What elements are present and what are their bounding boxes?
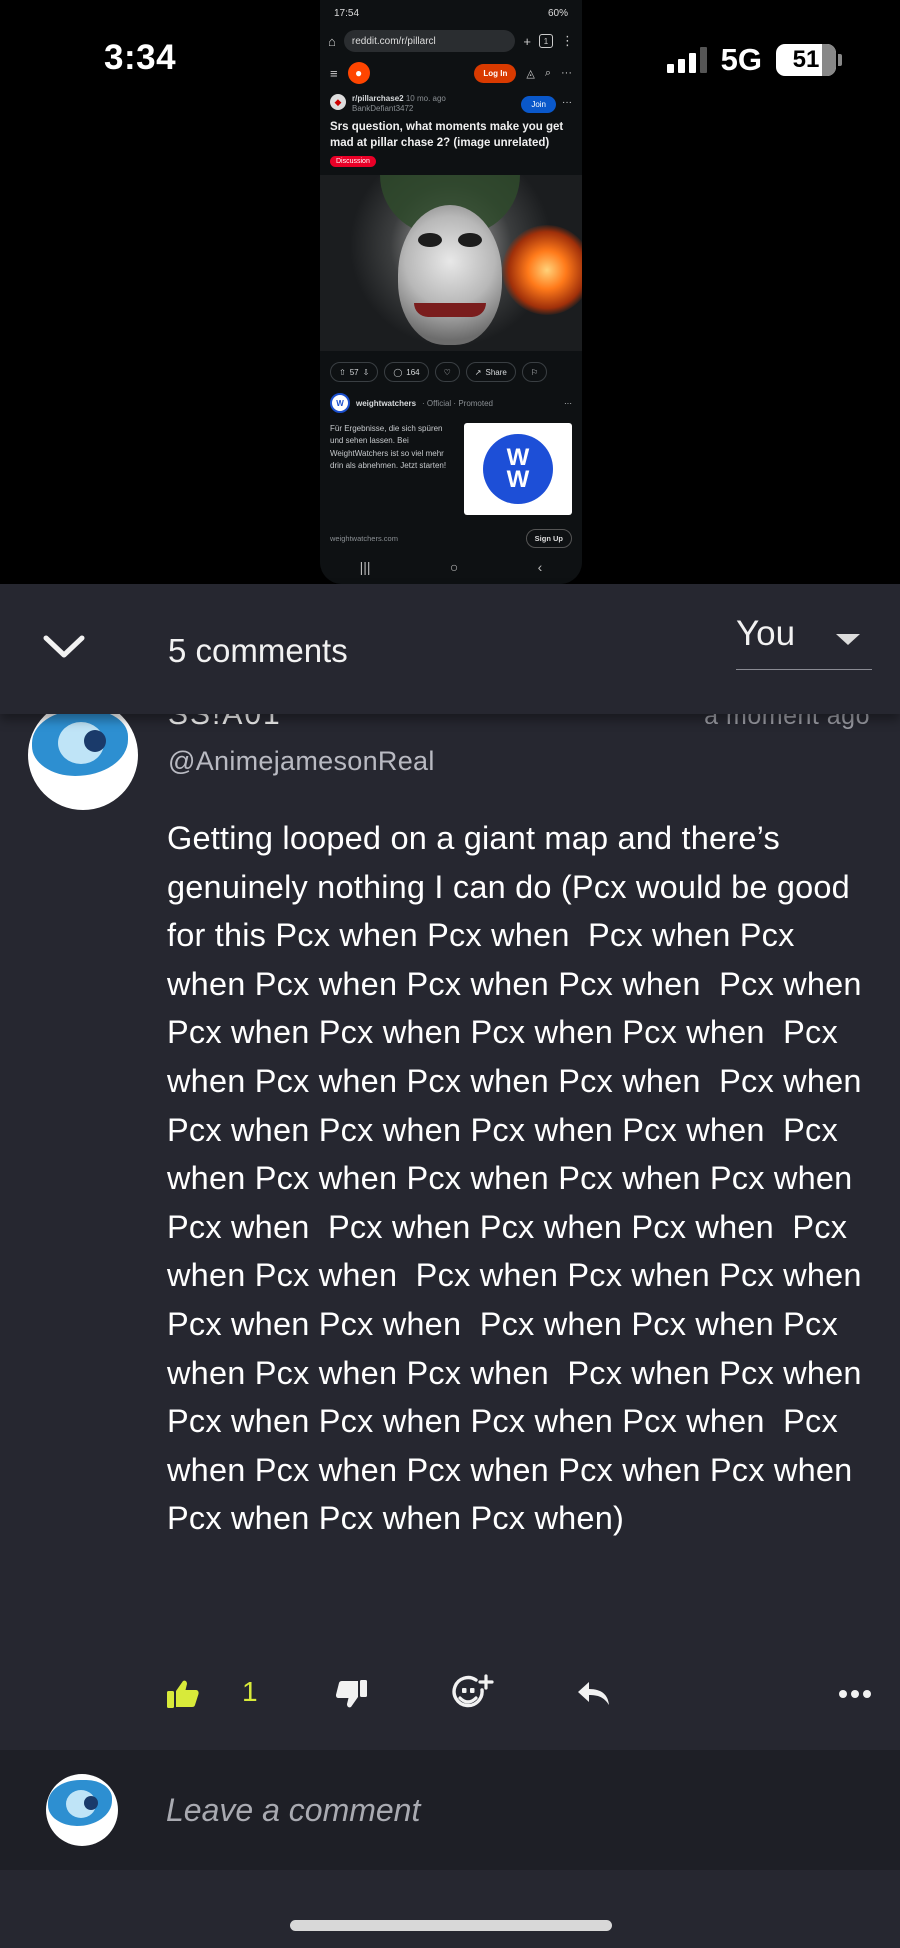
comment-text: Getting looped on a giant map and there’… bbox=[167, 820, 871, 1537]
search-icon: ⌕ bbox=[544, 66, 551, 79]
status-indicators: 5G 51 bbox=[666, 42, 842, 78]
embedded-system-nav: ||| ○ ‹ bbox=[320, 550, 582, 584]
report-pill: ⚐ bbox=[521, 362, 548, 383]
caret-down-icon bbox=[836, 634, 860, 645]
post-more-icon: ··· bbox=[562, 97, 572, 108]
more-icon: ··· bbox=[561, 67, 572, 79]
avatar[interactable] bbox=[28, 714, 138, 810]
post-image bbox=[320, 175, 582, 352]
comment-actions: 1 bbox=[0, 1654, 900, 1734]
reply-button[interactable] bbox=[576, 1654, 612, 1734]
chevron-down-icon[interactable] bbox=[40, 627, 88, 667]
signal-icon bbox=[666, 47, 707, 73]
subreddit-name: r/pillarchase2 bbox=[352, 94, 404, 103]
advertise-icon: ◬ bbox=[526, 67, 535, 80]
home-icon: ⌂ bbox=[328, 33, 336, 49]
embedded-ad: W weightwatchers · Official · Promoted ·… bbox=[320, 389, 582, 552]
recents-icon: ||| bbox=[359, 559, 371, 575]
comment-pill: ◯ 164 bbox=[384, 362, 429, 383]
embedded-post-header: ◆ r/pillarchase2 10 mo. ago BankDefiant3… bbox=[320, 90, 582, 118]
dislike-button[interactable] bbox=[336, 1654, 368, 1734]
ad-meta: · Official · Promoted bbox=[422, 398, 493, 408]
embedded-post-title: Srs question, what moments make you get … bbox=[330, 121, 564, 149]
tab-count: 1 bbox=[539, 34, 553, 48]
comments-panel: 5 comments You SS!A01 a moment ago @Anim… bbox=[0, 584, 900, 1948]
home-indicator[interactable] bbox=[290, 1920, 612, 1931]
battery-icon: 51 bbox=[776, 44, 842, 76]
add-reaction-button[interactable] bbox=[452, 1654, 494, 1734]
thumbs-down-icon bbox=[336, 1680, 367, 1708]
vote-pill: ⇧ 57 ⇩ bbox=[330, 362, 379, 383]
ad-avatar: W bbox=[330, 393, 350, 414]
embedded-time: 17:54 bbox=[334, 7, 360, 19]
current-user-avatar bbox=[46, 1774, 118, 1846]
ww-logo-bottom: W bbox=[506, 466, 530, 494]
sort-dropdown[interactable]: You bbox=[736, 612, 872, 670]
embedded-url: reddit.com/r/pillarcl bbox=[343, 30, 516, 52]
embedded-screenshot: 17:54 60% ⌂ reddit.com/r/pillarcl + 1 ⋮ … bbox=[320, 0, 582, 584]
ad-domain: weightwatchers.com bbox=[330, 534, 398, 544]
like-button[interactable] bbox=[166, 1654, 200, 1734]
subreddit-avatar: ◆ bbox=[330, 94, 346, 110]
comment-handle[interactable]: @AnimejamesonReal bbox=[168, 746, 435, 777]
like-count: 1 bbox=[242, 1676, 258, 1707]
comment-composer bbox=[0, 1750, 900, 1870]
comment-author[interactable]: SS!A01 bbox=[168, 714, 282, 732]
embedded-login-button: Log In bbox=[474, 63, 517, 83]
new-tab-icon: + bbox=[523, 33, 531, 49]
share-pill: ↗ Share bbox=[465, 362, 516, 383]
share-label: Share bbox=[485, 367, 507, 377]
embedded-comment-count: 164 bbox=[406, 367, 420, 377]
upvote-count: 57 bbox=[349, 367, 359, 377]
embedded-post-actions: ⇧ 57 ⇩ ◯ 164 ♡ ↗ Share ⚐ bbox=[320, 355, 582, 389]
battery-level: 51 bbox=[792, 46, 820, 73]
embedded-reddit-nav: ≡ ● Log In ◬ ⌕ ··· bbox=[320, 56, 582, 90]
reply-icon bbox=[578, 1682, 609, 1705]
thumbs-up-icon bbox=[167, 1680, 199, 1708]
embedded-browser-bar: ⌂ reddit.com/r/pillarcl + 1 ⋮ bbox=[320, 26, 582, 56]
post-flair: Discussion bbox=[330, 156, 376, 168]
hamburger-icon: ≡ bbox=[330, 65, 338, 81]
menu-dots-icon: ⋮ bbox=[561, 33, 574, 48]
embedded-battery: 60% bbox=[547, 7, 568, 19]
emoji-add-icon bbox=[452, 1674, 494, 1708]
ww-logo: W W bbox=[464, 423, 572, 516]
ad-signup-button: Sign Up bbox=[525, 529, 572, 549]
ad-text: Für Ergebnisse, die sich spüren und sehe… bbox=[330, 424, 447, 471]
comment-timestamp: a moment ago bbox=[704, 714, 870, 730]
status-time: 3:34 bbox=[104, 38, 177, 77]
video-player[interactable]: 3:34 5G 51 17:54 60% ⌂ reddit.com/r/pill… bbox=[0, 0, 900, 584]
award-pill: ♡ bbox=[434, 362, 460, 383]
embedded-join-button: Join bbox=[521, 96, 556, 113]
ad-name: weightwatchers bbox=[356, 398, 417, 408]
comments-count: 5 comments bbox=[168, 632, 348, 669]
ad-more-icon: ··· bbox=[564, 398, 572, 408]
network-type: 5G bbox=[720, 42, 762, 77]
comments-header: 5 comments You bbox=[0, 584, 900, 714]
post-age: 10 mo. ago bbox=[405, 94, 446, 103]
more-dots-icon bbox=[839, 1690, 871, 1698]
reddit-logo-icon: ● bbox=[347, 62, 370, 84]
post-user: BankDefiant3472 bbox=[352, 104, 414, 113]
more-options-button[interactable] bbox=[838, 1654, 872, 1734]
back-icon: ‹ bbox=[537, 559, 543, 575]
embedded-status-bar: 17:54 60% bbox=[320, 0, 582, 26]
sort-label: You bbox=[736, 614, 796, 653]
home-button-icon: ○ bbox=[449, 559, 459, 575]
comment-input[interactable] bbox=[166, 1780, 856, 1840]
